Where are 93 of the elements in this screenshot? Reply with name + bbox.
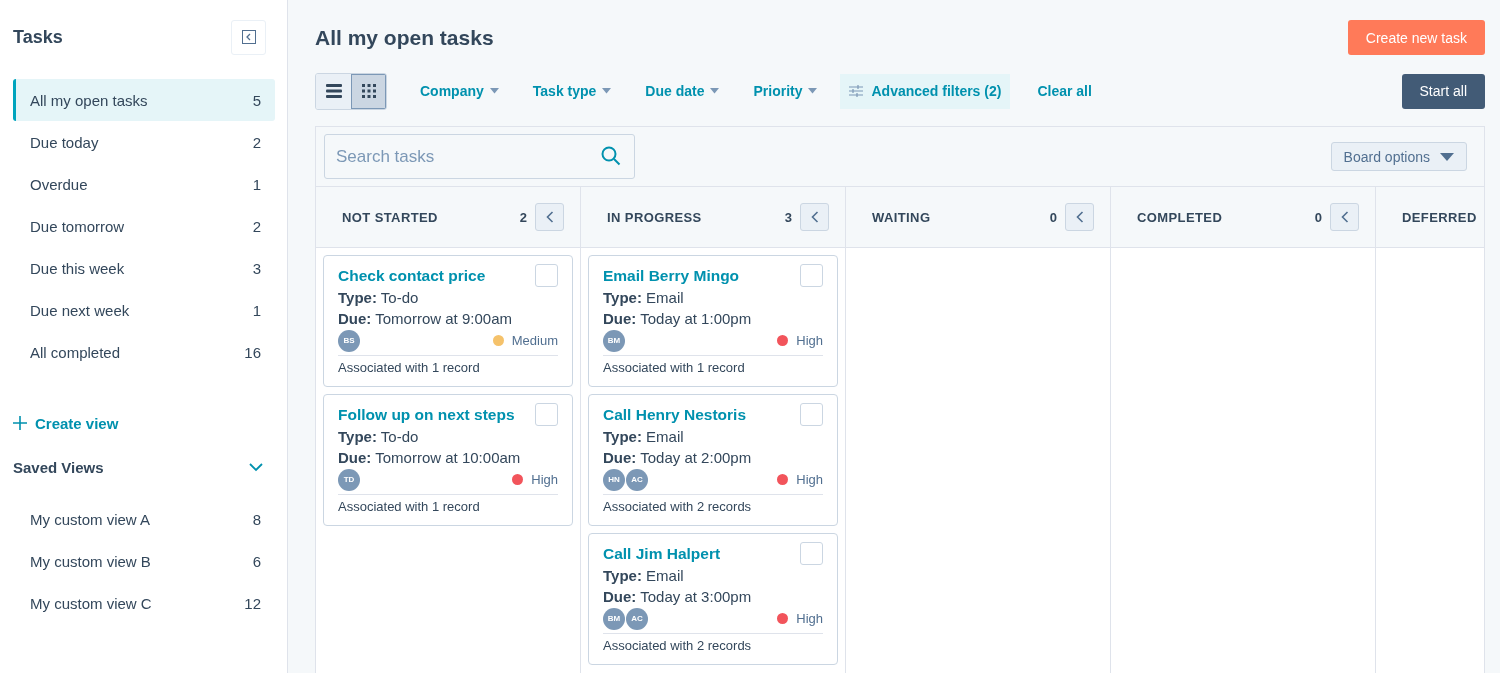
list-icon	[325, 84, 342, 98]
view-item[interactable]: My custom view B 6	[13, 540, 275, 582]
associated-records: Associated with 2 records	[603, 637, 753, 655]
task-type: Type: Email	[603, 427, 685, 447]
chevron-icon	[249, 462, 263, 472]
avatar: AC	[626, 607, 648, 630]
page-title: All my open tasks	[315, 25, 494, 50]
view-item[interactable]: Due tomorrow 2	[13, 205, 275, 247]
clear-all-link[interactable]: Clear all	[1026, 73, 1103, 109]
view-item[interactable]: My custom view C 12	[13, 582, 275, 624]
grid-icon	[361, 84, 376, 98]
filter-dropdown[interactable]: Company	[409, 73, 510, 109]
caret-icon	[1440, 152, 1454, 161]
associated-records: Associated with 1 record	[603, 359, 746, 377]
column-count: 0	[1049, 209, 1057, 225]
task-title-link[interactable]: Call Jim Halpert	[603, 544, 721, 563]
task-due: Due: Today at 1:00pm	[603, 309, 753, 329]
task-type: Type: To-do	[338, 288, 420, 308]
plus-icon	[13, 416, 27, 430]
collapse-column-button[interactable]	[800, 203, 829, 231]
avatar: BM	[603, 329, 625, 352]
create-view-link[interactable]: Create view	[13, 412, 275, 434]
filter-dropdown[interactable]: Task type	[521, 73, 623, 109]
search-icon	[601, 146, 621, 166]
chevron-icon	[1075, 211, 1084, 223]
task-checkbox[interactable]	[800, 264, 823, 287]
create-task-button[interactable]: Create new task	[1347, 20, 1485, 55]
view-item[interactable]: Due this week 3	[13, 247, 275, 289]
collapse-icon	[241, 30, 256, 44]
column-title: WAITING	[872, 209, 932, 225]
avatar: TD	[338, 468, 360, 491]
sidebar-title: Tasks	[13, 26, 63, 48]
view-item[interactable]: Due today 2	[13, 121, 275, 163]
task-due: Due: Today at 2:00pm	[603, 448, 753, 468]
filter-dropdown[interactable]: Priority	[742, 73, 829, 109]
collapse-button[interactable]	[231, 19, 266, 55]
column-title: IN PROGRESS	[607, 209, 703, 225]
avatar: BS	[338, 329, 360, 352]
column-count: 0	[1314, 209, 1322, 225]
task-type: Type: Email	[603, 566, 685, 586]
task-type: Type: To-do	[338, 427, 420, 447]
view-item[interactable]: Due next week 1	[13, 289, 275, 331]
task-checkbox[interactable]	[535, 403, 558, 426]
chevron-icon	[810, 211, 819, 223]
task-type: Type: Email	[603, 288, 685, 308]
board-options-button[interactable]: Board options	[1330, 142, 1467, 171]
task-title-link[interactable]: Check contact price	[338, 266, 486, 285]
chevron-icon	[1340, 211, 1349, 223]
chevron-icon	[545, 211, 554, 223]
task-checkbox[interactable]	[535, 264, 558, 287]
task-title-link[interactable]: Email Berry Mingo	[603, 266, 740, 285]
task-title-link[interactable]: Call Henry Nestoris	[603, 405, 746, 424]
priority-label: High	[796, 333, 823, 348]
list-view-button[interactable]	[316, 73, 351, 109]
caret-icon	[808, 88, 818, 94]
caret-icon	[489, 88, 499, 94]
task-due: Due: Tomorrow at 9:00am	[338, 309, 513, 329]
filter-dropdown[interactable]: Due date	[634, 73, 731, 109]
column-title: COMPLETED	[1137, 209, 1224, 225]
collapse-column-button[interactable]	[535, 203, 564, 231]
associated-records: Associated with 1 record	[338, 359, 481, 377]
task-due: Due: Today at 3:00pm	[603, 587, 753, 607]
associated-records: Associated with 1 record	[338, 498, 481, 516]
view-item[interactable]: All completed 16	[13, 331, 275, 373]
board-view-button[interactable]	[351, 73, 386, 109]
view-item[interactable]: All my open tasks 5	[13, 79, 275, 121]
task-title-link[interactable]: Follow up on next steps	[338, 405, 515, 424]
task-checkbox[interactable]	[800, 542, 823, 565]
view-item[interactable]: My custom view A 8	[13, 498, 275, 540]
advanced-filters-button[interactable]: Advanced filters (2)	[840, 73, 1011, 109]
collapse-column-button[interactable]	[1065, 203, 1094, 231]
avatar: AC	[626, 468, 648, 491]
column-count: 3	[784, 209, 792, 225]
caret-icon	[602, 88, 612, 94]
column-count: 2	[519, 209, 527, 225]
priority-label: High	[531, 472, 558, 487]
saved-views-toggle[interactable]: Saved Views	[13, 456, 263, 478]
priority-label: High	[796, 611, 823, 626]
view-item[interactable]: Overdue 1	[13, 163, 275, 205]
avatar: BM	[603, 607, 625, 630]
priority-label: Medium	[511, 333, 558, 348]
collapse-column-button[interactable]	[1330, 203, 1359, 231]
start-all-button[interactable]: Start all	[1401, 73, 1485, 109]
avatar: HN	[603, 468, 625, 491]
associated-records: Associated with 2 records	[603, 498, 753, 516]
column-title: DEFERRED	[1402, 209, 1478, 225]
sliders-icon	[849, 85, 864, 97]
priority-label: High	[796, 472, 823, 487]
column-title: NOT STARTED	[342, 209, 439, 225]
search-field[interactable]: Search tasks	[324, 134, 635, 179]
task-due: Due: Tomorrow at 10:00am	[338, 448, 522, 468]
caret-icon	[710, 88, 720, 94]
task-checkbox[interactable]	[800, 403, 823, 426]
